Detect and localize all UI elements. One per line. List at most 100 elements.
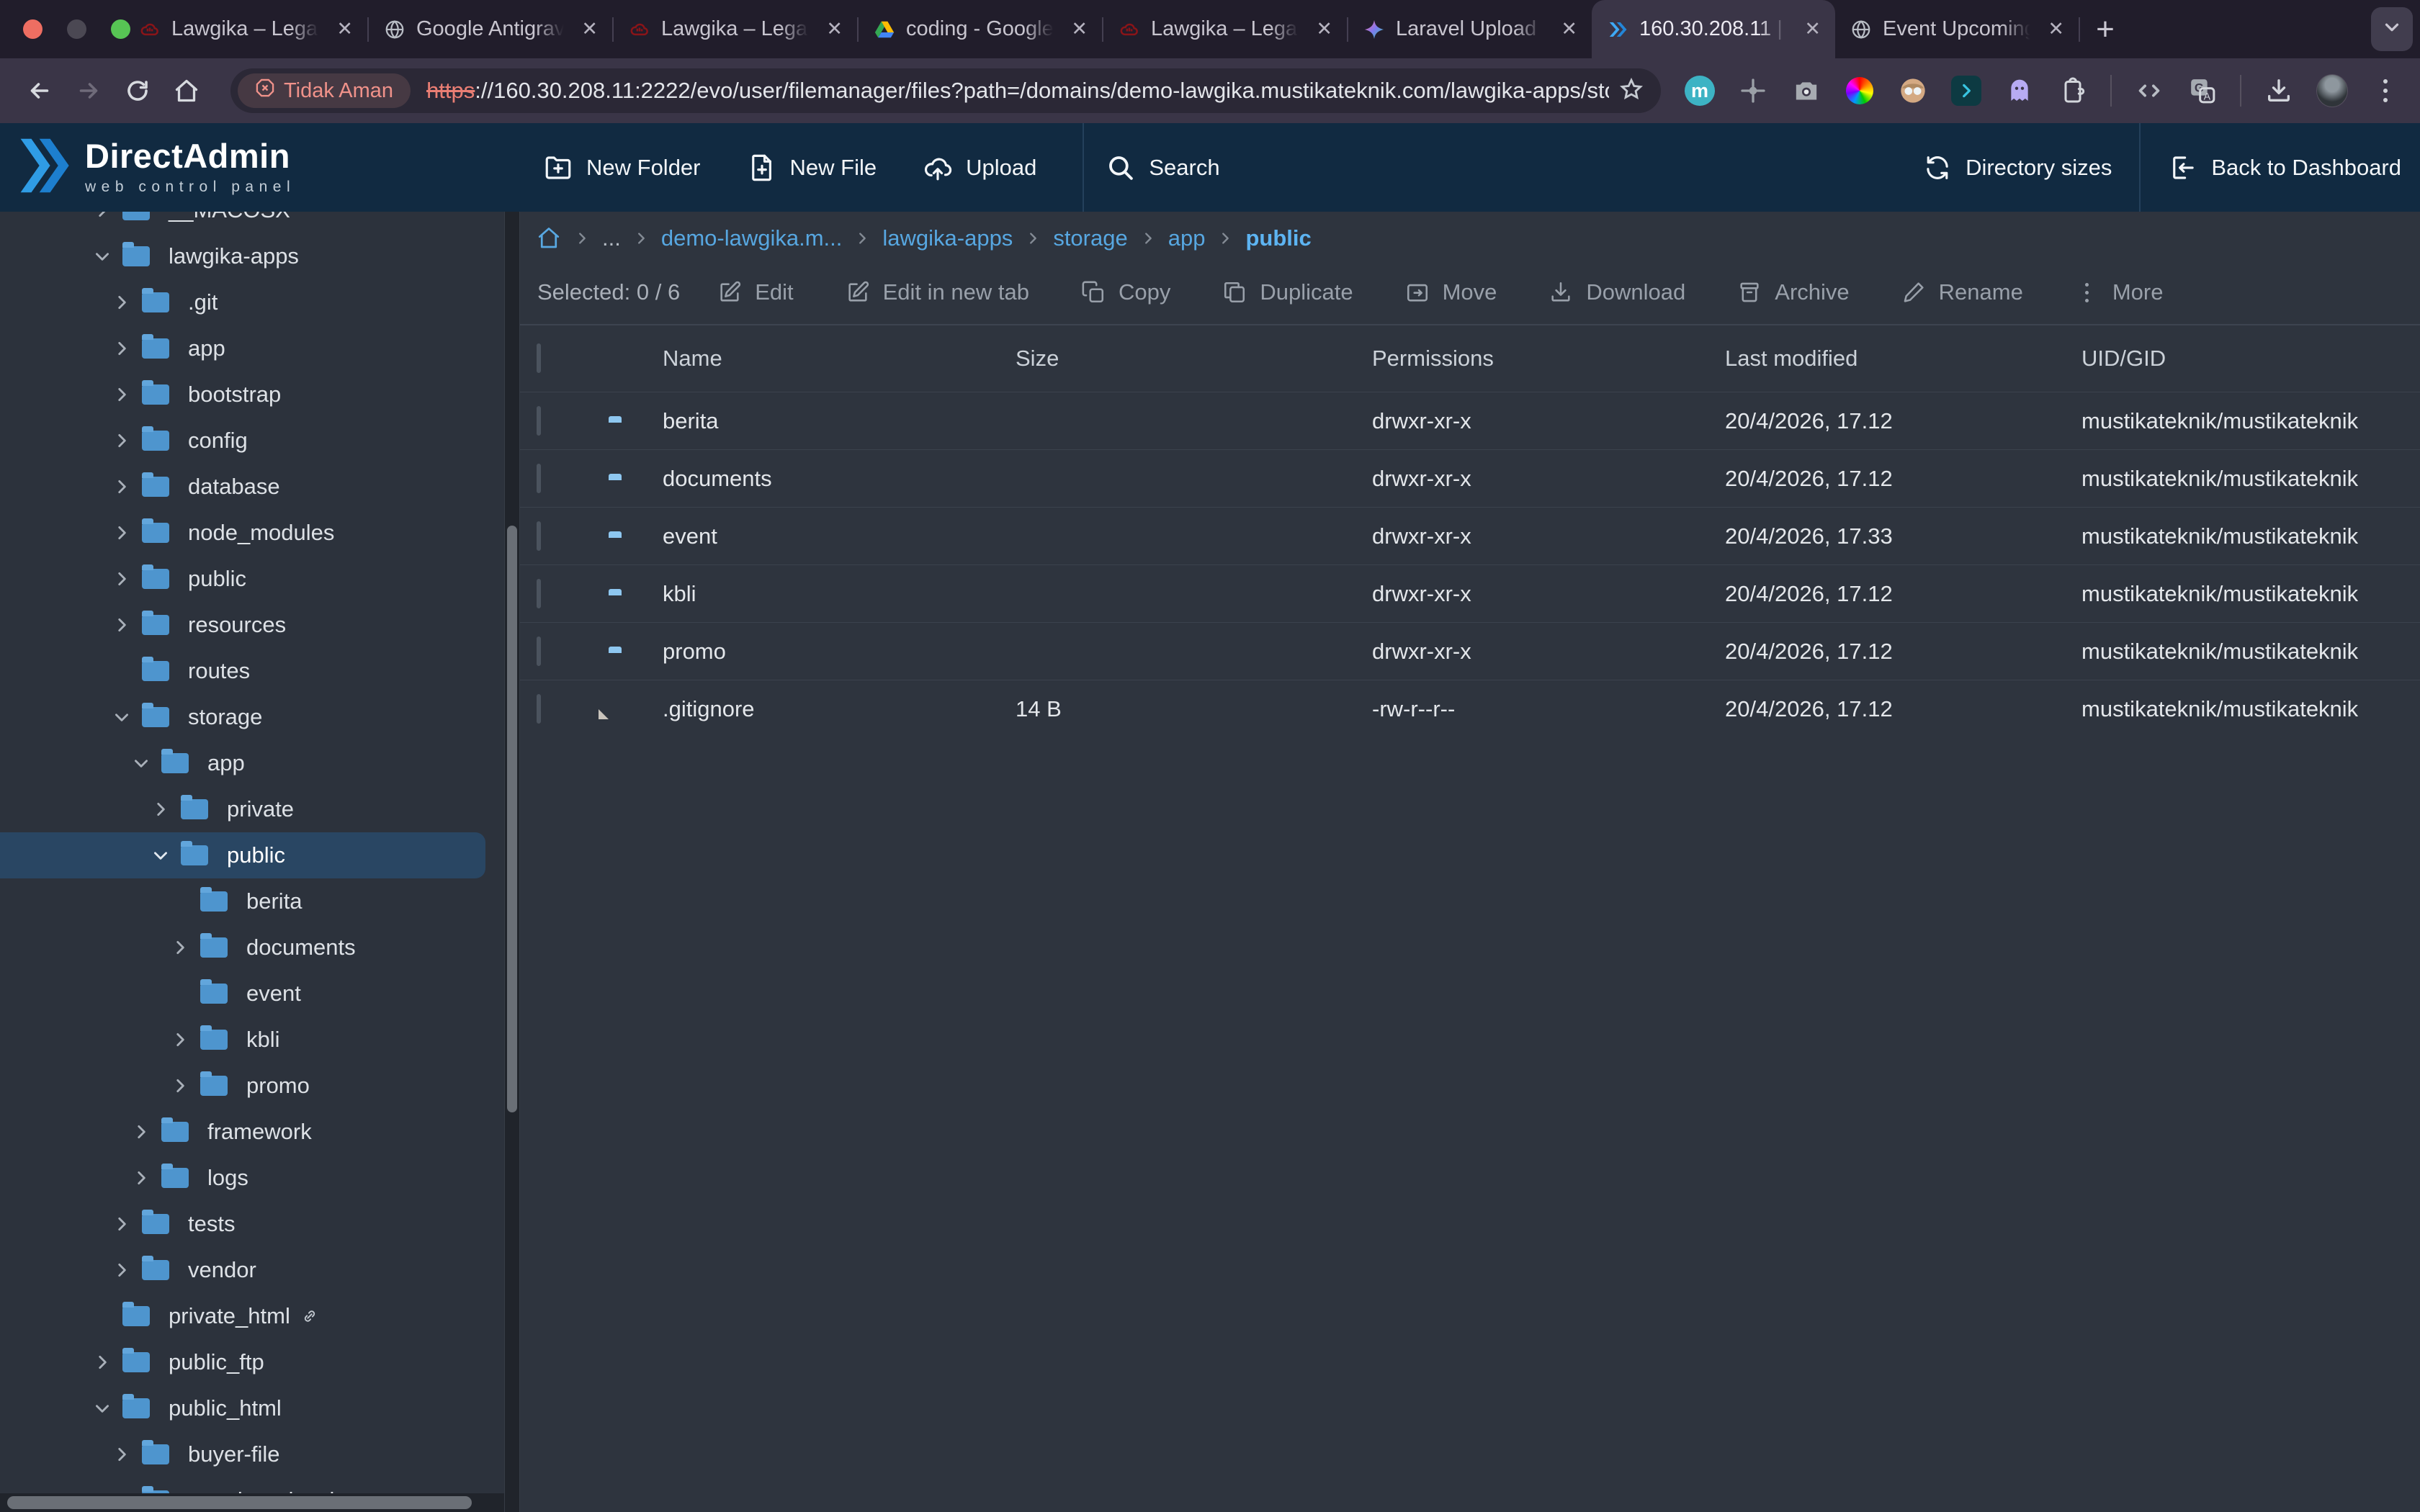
chevron-right-icon[interactable] <box>166 1071 194 1100</box>
ghost-icon[interactable] <box>2004 75 2035 107</box>
tree-item-berita[interactable]: berita <box>0 878 504 924</box>
back-to-dashboard-button[interactable]: Back to Dashboard <box>2168 153 2401 183</box>
tree-item-bootstrap[interactable]: bootstrap <box>0 372 504 418</box>
chevron-down-icon[interactable] <box>88 1394 117 1423</box>
close-tab-icon[interactable]: ✕ <box>2045 18 2067 40</box>
chevron-right-icon[interactable] <box>107 1440 136 1469</box>
chevron-down-icon[interactable] <box>107 703 136 732</box>
move-button[interactable]: Move <box>1405 279 1497 305</box>
chevron-right-icon[interactable] <box>107 1210 136 1238</box>
chevron-right-icon[interactable] <box>107 1256 136 1284</box>
arrow-app-icon[interactable] <box>1950 75 1982 107</box>
tree-item-vendor[interactable]: vendor <box>0 1247 504 1293</box>
tree-item-private[interactable]: private <box>0 786 504 832</box>
tab-lawgika-legal-bu[interactable]: Lawgika – Legal & Bu✕ <box>1103 0 1347 58</box>
avatar-face-icon[interactable] <box>1897 75 1929 107</box>
tree-item-promo[interactable]: promo <box>0 1063 504 1109</box>
directadmin-logo[interactable]: DirectAdmin web control panel <box>19 123 295 212</box>
close-tab-icon[interactable]: ✕ <box>1558 18 1580 40</box>
search-button[interactable]: Search <box>1106 153 1219 183</box>
camera-icon[interactable] <box>1791 75 1822 107</box>
chevron-down-icon[interactable] <box>146 841 175 870</box>
column-header-permissions[interactable]: Permissions <box>1372 346 1725 372</box>
chevron-right-icon[interactable] <box>107 334 136 363</box>
sidebar-vertical-scrollbar[interactable] <box>504 212 520 1512</box>
breadcrumb-home-icon[interactable] <box>536 225 562 251</box>
close-tab-icon[interactable]: ✕ <box>333 18 356 40</box>
table-row-documents[interactable]: documentsdrwxr-xr-x20/4/2026, 17.12musti… <box>520 449 2420 507</box>
profile-avatar-icon[interactable] <box>2316 75 2348 107</box>
tree-item-tests[interactable]: tests <box>0 1201 504 1247</box>
chevron-right-icon[interactable] <box>166 933 194 962</box>
tree-item-public[interactable]: public <box>0 832 485 878</box>
breadcrumb-item--[interactable]: ... <box>602 225 621 251</box>
minimize-window-button[interactable] <box>67 19 86 39</box>
back-button[interactable] <box>19 70 60 112</box>
chevron-right-icon[interactable] <box>88 212 117 225</box>
breadcrumb-item-storage[interactable]: storage <box>1053 225 1127 251</box>
close-tab-icon[interactable]: ✕ <box>1313 18 1335 40</box>
tree-item-event[interactable]: event <box>0 971 504 1017</box>
select-all-checkbox[interactable] <box>537 343 541 373</box>
scrollbar-thumb[interactable] <box>7 1496 472 1509</box>
devtools-icon[interactable] <box>2133 75 2165 107</box>
chevron-right-icon[interactable] <box>146 795 175 824</box>
edit-button[interactable]: Edit <box>717 279 793 305</box>
translate-icon[interactable]: GA <box>2187 75 2218 107</box>
close-tab-icon[interactable]: ✕ <box>1801 18 1824 40</box>
menu-dots-icon[interactable] <box>2370 75 2401 107</box>
chevron-right-icon[interactable] <box>127 1164 156 1192</box>
chevron-right-icon[interactable] <box>107 380 136 409</box>
new-folder-button[interactable]: New Folder <box>543 153 701 183</box>
chevron-right-icon[interactable] <box>107 472 136 501</box>
tree-item--git[interactable]: .git <box>0 279 504 325</box>
tree-item-config[interactable]: config <box>0 418 504 464</box>
duplicate-button[interactable]: Duplicate <box>1222 279 1353 305</box>
tree-item-logs[interactable]: logs <box>0 1155 504 1201</box>
tree-item-database[interactable]: database <box>0 464 504 510</box>
row-checkbox[interactable] <box>537 521 541 551</box>
archive-button[interactable]: Archive <box>1737 279 1849 305</box>
new-tab-button[interactable]: + <box>2080 0 2130 58</box>
tree-item-lawgika-apps[interactable]: lawgika-apps <box>0 233 504 279</box>
tree-item-private-html[interactable]: private_html <box>0 1293 504 1339</box>
scrollbar-thumb[interactable] <box>507 526 517 1112</box>
tree-item-public-ftp[interactable]: public_ftp <box>0 1339 504 1385</box>
tab-laravel-upload-gam[interactable]: Laravel Upload Gam✕ <box>1348 0 1592 58</box>
chevron-right-icon[interactable] <box>88 1348 117 1377</box>
tab-event-upcoming-l[interactable]: Event Upcoming - L✕ <box>1835 0 2079 58</box>
tree-item-kbli[interactable]: kbli <box>0 1017 504 1063</box>
color-wheel-icon[interactable] <box>1844 75 1876 107</box>
chevron-right-icon[interactable] <box>166 1025 194 1054</box>
bookmark-star-icon[interactable] <box>1619 77 1644 105</box>
close-tab-icon[interactable]: ✕ <box>578 18 601 40</box>
url-text[interactable]: https://160.30.208.11:2222/evo/user/file… <box>426 78 1609 104</box>
forward-button[interactable] <box>68 70 109 112</box>
tree-item-documents[interactable]: documents <box>0 924 504 971</box>
copy-button[interactable]: Copy <box>1081 279 1170 305</box>
tree-item-resources[interactable]: resources <box>0 602 504 648</box>
tab-lawgika-legal-bu[interactable]: Lawgika – Legal & Bu✕ <box>614 0 857 58</box>
breadcrumb-item-lawgika-apps[interactable]: lawgika-apps <box>882 225 1013 251</box>
rename-button[interactable]: Rename <box>1901 279 2023 305</box>
chevron-down-icon[interactable] <box>127 749 156 778</box>
tree-item-framework[interactable]: framework <box>0 1109 504 1155</box>
reload-button[interactable] <box>117 70 158 112</box>
tree-item-buyer-file[interactable]: buyer-file <box>0 1431 504 1477</box>
column-header-size[interactable]: Size <box>1016 346 1372 372</box>
new-file-button[interactable]: New File <box>747 153 877 183</box>
tree-item-app[interactable]: app <box>0 740 504 786</box>
tree-item-node-modules[interactable]: node_modules <box>0 510 504 556</box>
tab-google-antigravity-a[interactable]: Google Antigravity A✕ <box>369 0 612 58</box>
close-tab-icon[interactable]: ✕ <box>1068 18 1090 40</box>
chevron-right-icon[interactable] <box>107 611 136 639</box>
downloads-icon[interactable] <box>2263 75 2295 107</box>
chevron-right-icon[interactable] <box>107 288 136 317</box>
tree-item-storage[interactable]: storage <box>0 694 504 740</box>
chevron-right-icon[interactable] <box>107 426 136 455</box>
home-button[interactable] <box>166 70 207 112</box>
close-window-button[interactable] <box>23 19 42 39</box>
table-row-event[interactable]: eventdrwxr-xr-x20/4/2026, 17.33mustikate… <box>520 507 2420 564</box>
breadcrumb-item-app[interactable]: app <box>1168 225 1206 251</box>
download-button[interactable]: Download <box>1549 279 1685 305</box>
